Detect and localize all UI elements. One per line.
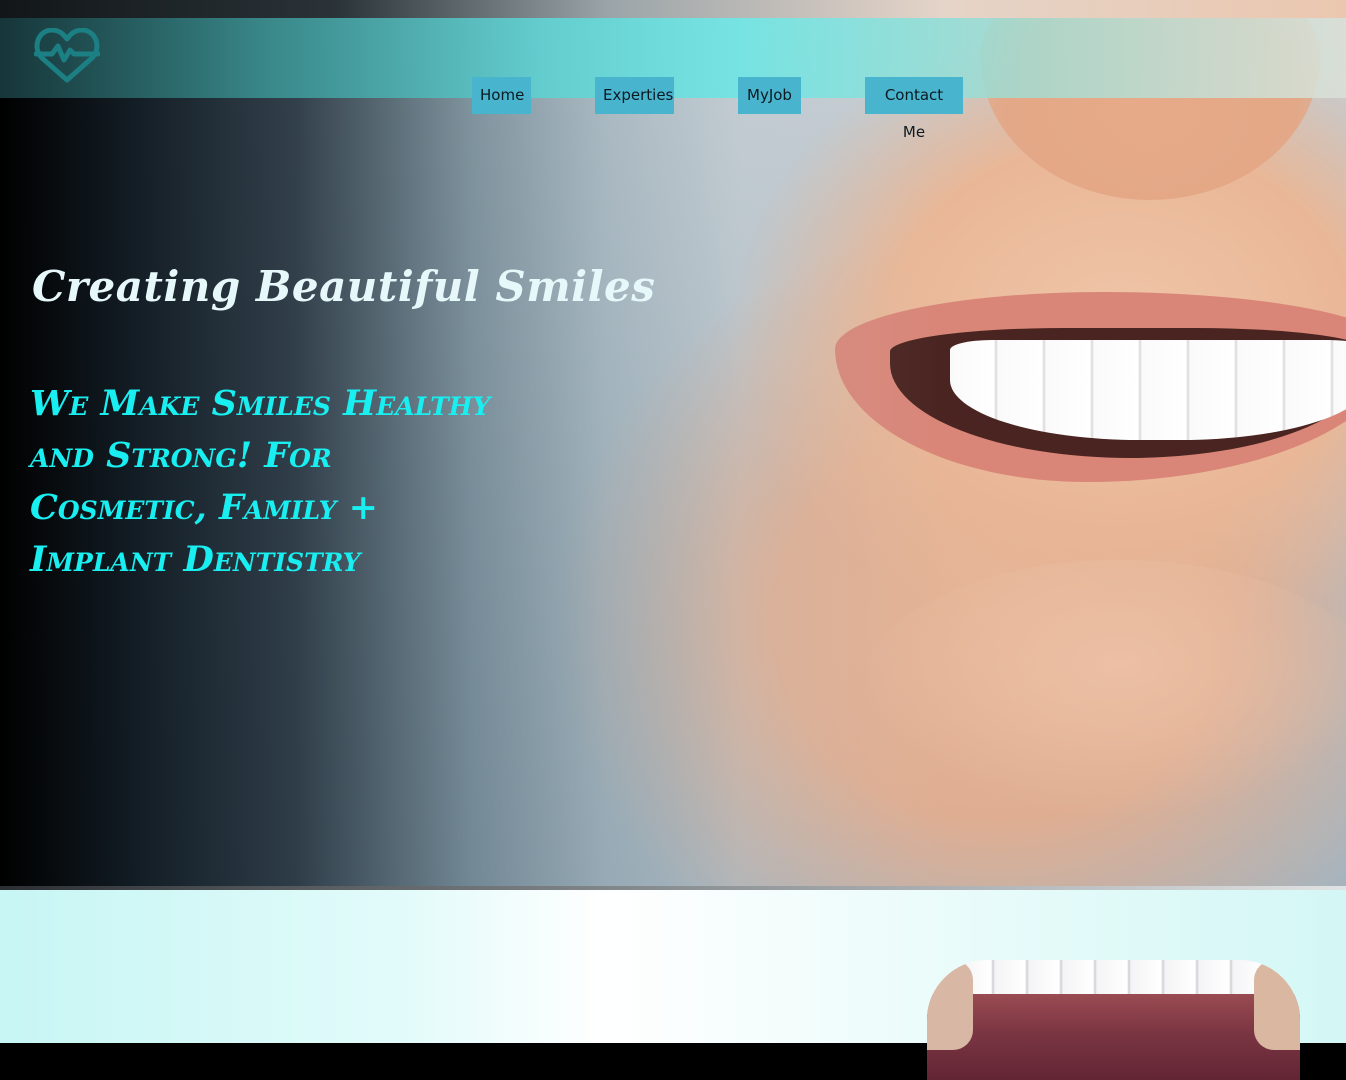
nav-experties[interactable]: Experties bbox=[595, 77, 674, 114]
nav-home[interactable]: Home bbox=[472, 77, 531, 114]
top-band bbox=[0, 0, 1346, 18]
dental-photo bbox=[927, 960, 1300, 1080]
heart-pulse-icon[interactable] bbox=[34, 28, 100, 84]
hero-title: Creating Beautiful Smiles bbox=[32, 262, 656, 311]
hero-section: Home Experties MyJob Contact Me Creating… bbox=[0, 0, 1346, 886]
nav-contact-me[interactable]: Contact Me bbox=[865, 77, 963, 141]
photo-finger-left bbox=[927, 960, 973, 1050]
nav-myjob[interactable]: MyJob bbox=[738, 77, 801, 114]
hero-subtitle: We Make Smiles Healthy and Strong! For C… bbox=[30, 383, 491, 580]
photo-finger-right bbox=[1254, 960, 1300, 1050]
